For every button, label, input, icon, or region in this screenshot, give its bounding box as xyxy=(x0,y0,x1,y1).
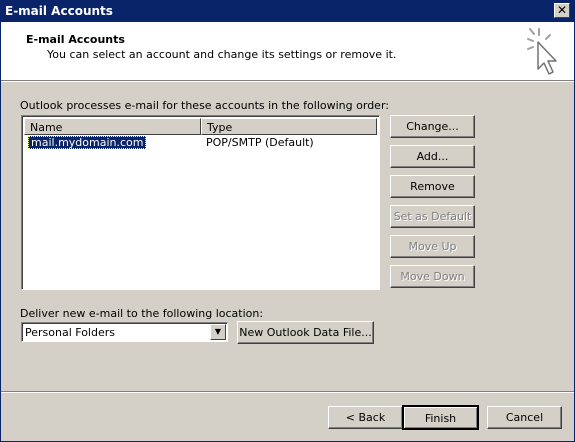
delivery-location-value: Personal Folders xyxy=(25,326,115,339)
set-as-default-button[interactable]: Set as Default xyxy=(390,205,475,228)
new-outlook-data-file-button[interactable]: New Outlook Data File... xyxy=(237,321,374,344)
accounts-order-label: Outlook processes e-mail for these accou… xyxy=(20,99,389,112)
title-bar[interactable]: E-mail Accounts ✕ xyxy=(1,1,574,22)
chevron-down-icon[interactable]: ▼ xyxy=(210,324,226,340)
window-title: E-mail Accounts xyxy=(5,4,113,18)
cursor-sparkle-icon xyxy=(527,28,557,75)
column-header-name[interactable]: Name xyxy=(24,118,201,135)
accounts-list[interactable]: Name Type mail.mydomain.com POP/SMTP (De… xyxy=(21,115,380,290)
header-subtitle: You can select an account and change its… xyxy=(47,48,397,61)
move-down-button[interactable]: Move Down xyxy=(390,265,475,288)
change-button[interactable]: Change... xyxy=(390,115,475,138)
back-button[interactable]: < Back xyxy=(328,406,403,429)
delivery-location-select[interactable]: Personal Folders ▼ xyxy=(21,322,228,342)
account-row-type[interactable]: POP/SMTP (Default) xyxy=(206,136,314,150)
finish-button[interactable]: Finish xyxy=(402,405,479,430)
column-header-type[interactable]: Type xyxy=(201,118,377,135)
header-divider xyxy=(1,80,574,82)
cancel-button[interactable]: Cancel xyxy=(487,406,562,429)
header-title: E-mail Accounts xyxy=(26,33,125,46)
wizard-header: E-mail Accounts You can select an accoun… xyxy=(1,22,574,80)
move-up-button[interactable]: Move Up xyxy=(390,235,475,258)
close-icon[interactable]: ✕ xyxy=(554,3,570,18)
account-row-name[interactable]: mail.mydomain.com xyxy=(28,136,147,149)
email-accounts-dialog: E-mail Accounts ✕ E-mail Accounts You ca… xyxy=(0,0,575,442)
footer-divider xyxy=(1,391,574,393)
remove-button[interactable]: Remove xyxy=(390,175,475,198)
add-button[interactable]: Add... xyxy=(390,145,475,168)
delivery-location-label: Deliver new e-mail to the following loca… xyxy=(20,307,264,320)
